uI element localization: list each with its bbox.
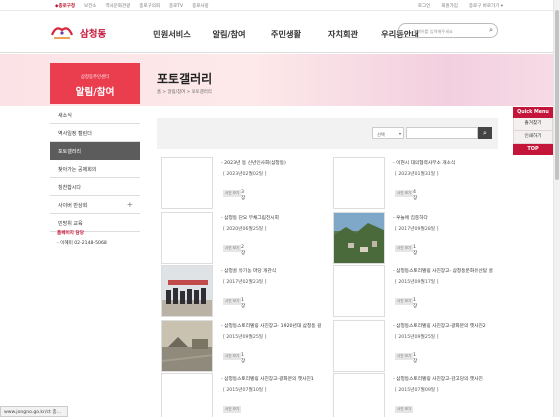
gallery-item-date: [ 2015년09월25일 ] <box>395 335 439 340</box>
sidebar-title: 알림/참여 <box>75 87 115 98</box>
shortcut-dropdown[interactable]: 종로구 바로가기 ▾ <box>469 3 503 9</box>
print-button[interactable]: 인쇄하기 <box>513 131 553 144</box>
topbar-link-health[interactable]: 보건소 <box>84 3 96 9</box>
photo-count: 1장 <box>413 353 418 364</box>
main-nav: 민원서비스 알림/참여 주민생활 자치회관 우리동안내 <box>144 28 428 40</box>
sidebar-heading: 삼청동주민센터 알림/참여 <box>50 63 140 104</box>
photo-count: 4장 <box>413 190 418 201</box>
gallery-item-title[interactable]: - 삼청동스토리텔링 사진장고-광화문의 옛사진1 <box>221 376 314 382</box>
gallery-item-date: [ 2017년09월28일 ] <box>395 227 439 232</box>
nav-civil[interactable]: 민원서비스 <box>144 28 200 40</box>
sidebar-item-news[interactable]: 새소식 <box>50 106 140 124</box>
search-icon: ⌕ <box>483 129 487 137</box>
gallery-item-date: [ 2015년07월10일 ] <box>223 388 267 393</box>
photo-view-badge[interactable]: 사진 보기 <box>223 245 242 252</box>
gallery-item-date: [ 2017년02월23일 ] <box>223 280 267 285</box>
photo-count: 1장 <box>241 353 246 364</box>
gallery-item-title[interactable]: - 우놀에 집중하다 <box>393 215 428 221</box>
gallery-item-title[interactable]: - 삼청동스토리텔링 사진장고-감고당의 옛사진 <box>393 376 483 382</box>
page-manager: 홈페이지 담당 - 이혜미 02-2148-5068 <box>57 230 107 246</box>
gallery-item-date: [ 2015년09월17일 ] <box>395 280 439 285</box>
photo-view-badge[interactable]: 사진 보기 <box>395 298 414 305</box>
gallery-thumbnail[interactable] <box>161 157 213 209</box>
sidebar-menu: 새소식 역사일정 캘린더 포토갤러리 찾아가는 공제회의 칭찬합시다 사이버 반… <box>50 106 140 232</box>
gallery-item-date: [ 2023년01월31일 ] <box>395 172 439 177</box>
sidebar-item-calendar[interactable]: 역사일정 캘린더 <box>50 124 140 142</box>
photo-view-badge[interactable]: 사진 보기 <box>223 190 242 197</box>
search-icon[interactable]: ⌕ <box>489 26 493 35</box>
gallery-item-title[interactable]: - 삼청동 단오 부채그림전시회 <box>221 215 279 221</box>
gallery-item-title[interactable]: - 삼청동스토리텔링 사진장고- 삼청동문화유산탐 골 <box>393 268 493 274</box>
gallery-item-title[interactable]: - 이현시 대의협력사무소 개소식 <box>393 160 455 166</box>
site-name[interactable]: 삼청동 <box>80 26 106 40</box>
gallery-item-title[interactable]: - 삼청동스토리텔링 사진장고- 1920년대 삼청동 길 <box>221 323 321 329</box>
photo-count: 1장 <box>241 298 246 309</box>
photo-view-badge[interactable]: 사진 보기 <box>395 353 414 360</box>
gallery-item-title[interactable]: - 삼청골 유기농 마당 개관식 <box>221 268 276 274</box>
search-placeholder: 검색어를 입력해주세요 <box>413 28 453 34</box>
gallery-thumbnail[interactable] <box>333 373 385 417</box>
chevron-down-icon: ▾ <box>398 131 401 136</box>
page-title: 포토갤러리 <box>157 72 213 86</box>
photo-count: 1장 <box>413 245 418 256</box>
manager-title: 홈페이지 담당 <box>57 231 84 236</box>
gallery-item-date: [ 2023년02월02일 ] <box>223 172 267 177</box>
quick-menu-title: Quick Menu <box>513 107 553 118</box>
gallery-thumbnail[interactable] <box>161 320 213 372</box>
gallery-item-title[interactable]: - 삼청동스토리텔링 사진장고-광화문의 옛사진2 <box>393 323 486 329</box>
signup-link[interactable]: 회원가입 <box>441 3 458 9</box>
gallery-thumbnail[interactable] <box>333 320 385 372</box>
gallery-item-title[interactable]: - 2023년 동 신년인사회(삼청동) <box>221 160 286 166</box>
breadcrumb: 홈 > 알림/참여 > 포토갤러리 <box>157 90 212 95</box>
gallery-thumbnail[interactable] <box>161 212 213 264</box>
sidebar-item-meeting[interactable]: 찾아가는 공제회의 <box>50 160 140 178</box>
gallery-thumbnail[interactable] <box>333 157 385 209</box>
nav-life[interactable]: 주민생활 <box>258 28 314 40</box>
topbar-link-tv[interactable]: 종로TV <box>169 3 183 9</box>
photo-count: 1장 <box>413 298 418 309</box>
top-utility-bar: ◆종로구청 보건소 역사문화관광 종로구의회 종로TV 종로사랑 로그인 회원가… <box>0 0 560 11</box>
gallery-thumbnail[interactable] <box>333 212 385 264</box>
search-type-select[interactable]: 선택 ▾ <box>372 127 404 139</box>
gallery-item-date: [ 2020년06월25일 ] <box>223 227 267 232</box>
gallery-search-input[interactable] <box>406 127 478 139</box>
topbar-link-council[interactable]: 종로구의회 <box>139 3 160 9</box>
photo-count: 2장 <box>241 245 246 256</box>
topbar-link-tourism[interactable]: 역사문화관광 <box>105 3 130 9</box>
gallery-thumbnail[interactable] <box>161 373 213 417</box>
sidebar-item-photo-gallery[interactable]: 포토갤러리 <box>50 142 140 160</box>
photo-view-badge[interactable]: 사진 보기 <box>395 190 414 197</box>
gallery-thumbnail[interactable] <box>333 265 385 317</box>
top-button[interactable]: TOP <box>513 144 553 155</box>
sidebar-subtitle: 삼청동주민센터 <box>80 75 110 80</box>
nav-notice[interactable]: 알림/참여 <box>200 28 258 40</box>
sidebar-item-cyber[interactable]: 사이버 반상회 + <box>50 196 140 214</box>
photo-count: 3장 <box>241 190 246 201</box>
photo-view-badge[interactable]: 사진 보기 <box>395 245 414 252</box>
gallery-item-date: [ 2015년07월09일 ] <box>395 388 439 393</box>
gallery-item-date: [ 2015년09월25일 ] <box>223 335 267 340</box>
topbar-link-love[interactable]: 종로사랑 <box>192 3 209 9</box>
search-input[interactable]: 검색어를 입력해주세요 ⌕ <box>398 23 498 38</box>
photo-view-badge[interactable]: 사진 보기 <box>395 406 414 413</box>
search-button[interactable]: ⌕ <box>478 127 492 139</box>
photo-view-badge[interactable]: 사진 보기 <box>223 298 242 305</box>
photo-view-badge[interactable]: 사진 보기 <box>223 353 242 360</box>
quick-menu: Quick Menu 즐겨찾기 인쇄하기 TOP <box>513 107 553 155</box>
nav-council[interactable]: 자치회관 <box>314 28 372 40</box>
photo-view-badge[interactable]: 사진 보기 <box>223 406 242 413</box>
scrollbar-thumb[interactable] <box>555 10 559 180</box>
status-url: www.jongno.go.kr/ct 종... <box>0 406 68 417</box>
login-link[interactable]: 로그인 <box>418 3 430 9</box>
gallery-thumbnail[interactable] <box>161 265 213 317</box>
topbar-link-jongno[interactable]: ◆종로구청 <box>55 3 75 9</box>
scrollbar[interactable] <box>553 0 560 417</box>
sidebar-item-praise[interactable]: 칭찬합시다 <box>50 178 140 196</box>
plus-icon: + <box>126 199 133 209</box>
logo-icon[interactable] <box>50 24 74 41</box>
manager-phone: - 이혜미 02-2148-5068 <box>57 241 107 246</box>
bookmark-button[interactable]: 즐겨찾기 <box>513 118 553 131</box>
site-header: 삼청동 민원서비스 알림/참여 주민생활 자치회관 우리동안내 검색어를 입력해… <box>0 11 560 53</box>
